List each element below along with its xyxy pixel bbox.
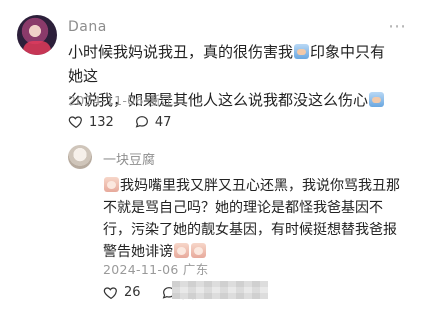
comment-icon bbox=[135, 116, 148, 128]
comment-text-part1: 小时候我妈说我丑，真的很伤害我 bbox=[68, 43, 294, 61]
face-emoji-icon bbox=[191, 243, 206, 258]
heart-icon bbox=[68, 116, 82, 129]
reply-like-count: 26 bbox=[124, 285, 141, 300]
reply-author-name[interactable]: 一块豆腐 bbox=[103, 149, 155, 168]
reply-avatar[interactable] bbox=[68, 145, 92, 169]
reply-button[interactable]: 47 bbox=[134, 114, 172, 130]
reply-count: 47 bbox=[154, 114, 172, 130]
more-icon[interactable]: ⋯ bbox=[388, 16, 407, 37]
comment-author-name[interactable]: Dana bbox=[68, 19, 107, 35]
face-emoji-icon bbox=[104, 177, 119, 192]
comment-actions: 132 47 bbox=[68, 114, 185, 130]
like-button[interactable]: 132 bbox=[68, 114, 114, 130]
crying-emoji-icon bbox=[369, 92, 385, 107]
reply-meta: 2024-11-06 广东 bbox=[103, 262, 209, 277]
face-emoji-icon bbox=[174, 243, 189, 258]
reply-text-body: 我妈嘴里我又胖又丑心还黑，我说你骂我丑那不就是骂自己吗？她的理论是都怪我爸基因不… bbox=[103, 178, 400, 260]
reply-text: 我妈嘴里我又胖又丑心还黑，我说你骂我丑那不就是骂自己吗？她的理论是都怪我爸基因不… bbox=[103, 175, 408, 263]
heart-icon bbox=[103, 286, 117, 299]
avatar[interactable] bbox=[17, 15, 57, 55]
comment-meta: 2024-11-06 浙江 bbox=[68, 93, 174, 108]
like-count: 132 bbox=[89, 114, 114, 130]
crying-emoji-icon bbox=[294, 44, 310, 59]
pixelated-overlay bbox=[172, 281, 268, 299]
reply-like-button[interactable]: 26 bbox=[103, 285, 141, 301]
